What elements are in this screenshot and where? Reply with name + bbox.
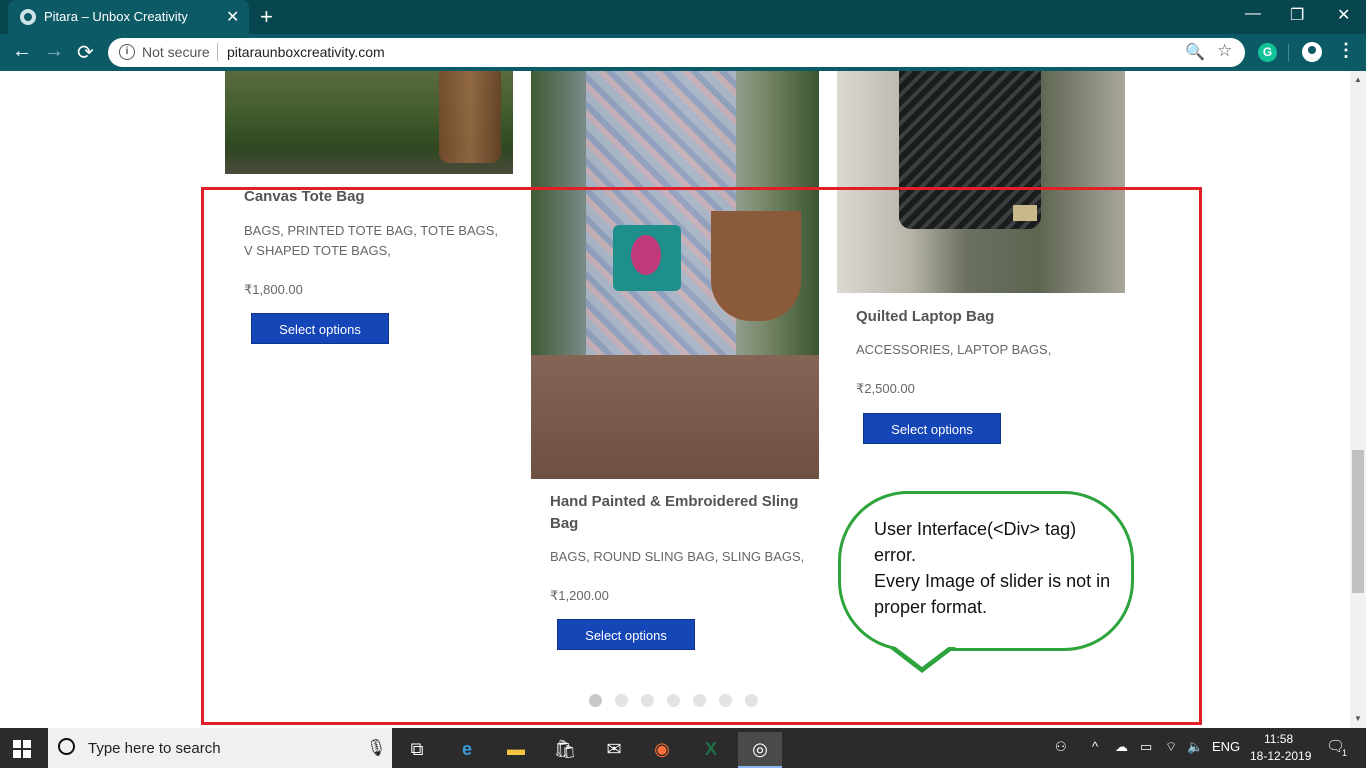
- page-content: Canvas Tote Bag BAGS, PRINTED TOTE BAG, …: [0, 71, 1350, 728]
- store-icon[interactable]: 🛍: [543, 732, 587, 766]
- edge-icon[interactable]: e: [445, 732, 489, 766]
- task-view-icon[interactable]: ⧉: [395, 732, 439, 766]
- clock-time[interactable]: 11:58: [1264, 732, 1293, 746]
- minimize-button[interactable]: —: [1245, 5, 1261, 23]
- notification-count: 1: [1342, 748, 1348, 758]
- scroll-up-arrow-icon[interactable]: ▲: [1354, 75, 1362, 84]
- chrome-icon[interactable]: ◎: [738, 732, 782, 768]
- back-button[interactable]: ←: [12, 40, 32, 63]
- tab-close-icon[interactable]: ✕: [226, 7, 239, 27]
- browser-tab-bar: Pitara – Unbox Creativity ✕ + — ❐ ✕: [0, 0, 1366, 34]
- windows-start-icon[interactable]: [13, 740, 31, 758]
- page-scrollbar[interactable]: ▲ ▼: [1350, 71, 1366, 728]
- product-image-canvas-tote[interactable]: [225, 71, 513, 174]
- tab-title: Pitara – Unbox Creativity: [44, 9, 188, 24]
- forward-button[interactable]: →: [44, 40, 64, 63]
- security-label[interactable]: Not secure: [142, 44, 210, 60]
- battery-icon[interactable]: ▭: [1140, 739, 1152, 755]
- annotation-text: User Interface(<Div> tag) error. Every I…: [874, 516, 1114, 620]
- taskbar-search-box[interactable]: Type here to search 🎙: [48, 728, 392, 768]
- annotation-line-1: User Interface(<Div> tag) error.: [874, 519, 1077, 565]
- windows-taskbar: Type here to search 🎙 ⧉ e ▬ 🛍 ✉ ◉ X ◎ ⚇ …: [0, 728, 1366, 768]
- search-placeholder: Type here to search: [88, 740, 221, 757]
- zoom-icon[interactable]: 🔍: [1185, 42, 1205, 62]
- address-bar[interactable]: i Not secure pitaraunboxcreativity.com 🔍…: [108, 38, 1245, 67]
- wifi-icon[interactable]: ⌔: [1165, 739, 1177, 755]
- onedrive-cloud-icon[interactable]: ☁: [1115, 739, 1128, 755]
- photo-detail: [439, 71, 501, 163]
- firefox-icon[interactable]: ◉: [640, 732, 684, 766]
- toolbar-separator: [1288, 44, 1289, 62]
- new-tab-button[interactable]: +: [260, 4, 273, 30]
- people-icon[interactable]: ⚇: [1055, 739, 1067, 755]
- annotation-line-2: Every Image of slider is not in proper f…: [874, 571, 1111, 617]
- scroll-down-arrow-icon[interactable]: ▼: [1354, 714, 1362, 723]
- excel-icon[interactable]: X: [689, 732, 733, 766]
- url-text[interactable]: pitaraunboxcreativity.com: [227, 44, 385, 60]
- browser-toolbar: ← → ⟳ i Not secure pitaraunboxcreativity…: [0, 34, 1366, 71]
- microphone-icon[interactable]: 🎙: [366, 738, 386, 758]
- mail-icon[interactable]: ✉: [592, 732, 636, 766]
- browser-menu-icon[interactable]: ⋮: [1337, 40, 1355, 61]
- scrollbar-thumb[interactable]: [1352, 450, 1364, 593]
- close-window-button[interactable]: ✕: [1337, 5, 1350, 25]
- chevron-up-icon[interactable]: ^: [1092, 739, 1098, 754]
- profile-avatar-icon[interactable]: [1302, 42, 1322, 62]
- restore-button[interactable]: ❐: [1290, 5, 1304, 25]
- grammarly-extension-icon[interactable]: G: [1258, 43, 1277, 62]
- reload-button[interactable]: ⟳: [77, 40, 94, 65]
- volume-icon[interactable]: 🔈: [1187, 739, 1203, 755]
- callout-tail-inner: [893, 645, 951, 667]
- clock-date[interactable]: 18-12-2019: [1250, 749, 1311, 763]
- info-icon[interactable]: i: [119, 44, 135, 60]
- cortana-icon: [58, 738, 75, 755]
- bookmark-star-icon[interactable]: ☆: [1217, 41, 1232, 61]
- globe-favicon-icon: [20, 9, 36, 25]
- file-explorer-icon[interactable]: ▬: [494, 732, 538, 766]
- browser-tab[interactable]: Pitara – Unbox Creativity ✕: [8, 0, 249, 34]
- url-separator: [217, 43, 218, 61]
- language-indicator[interactable]: ENG: [1212, 739, 1240, 754]
